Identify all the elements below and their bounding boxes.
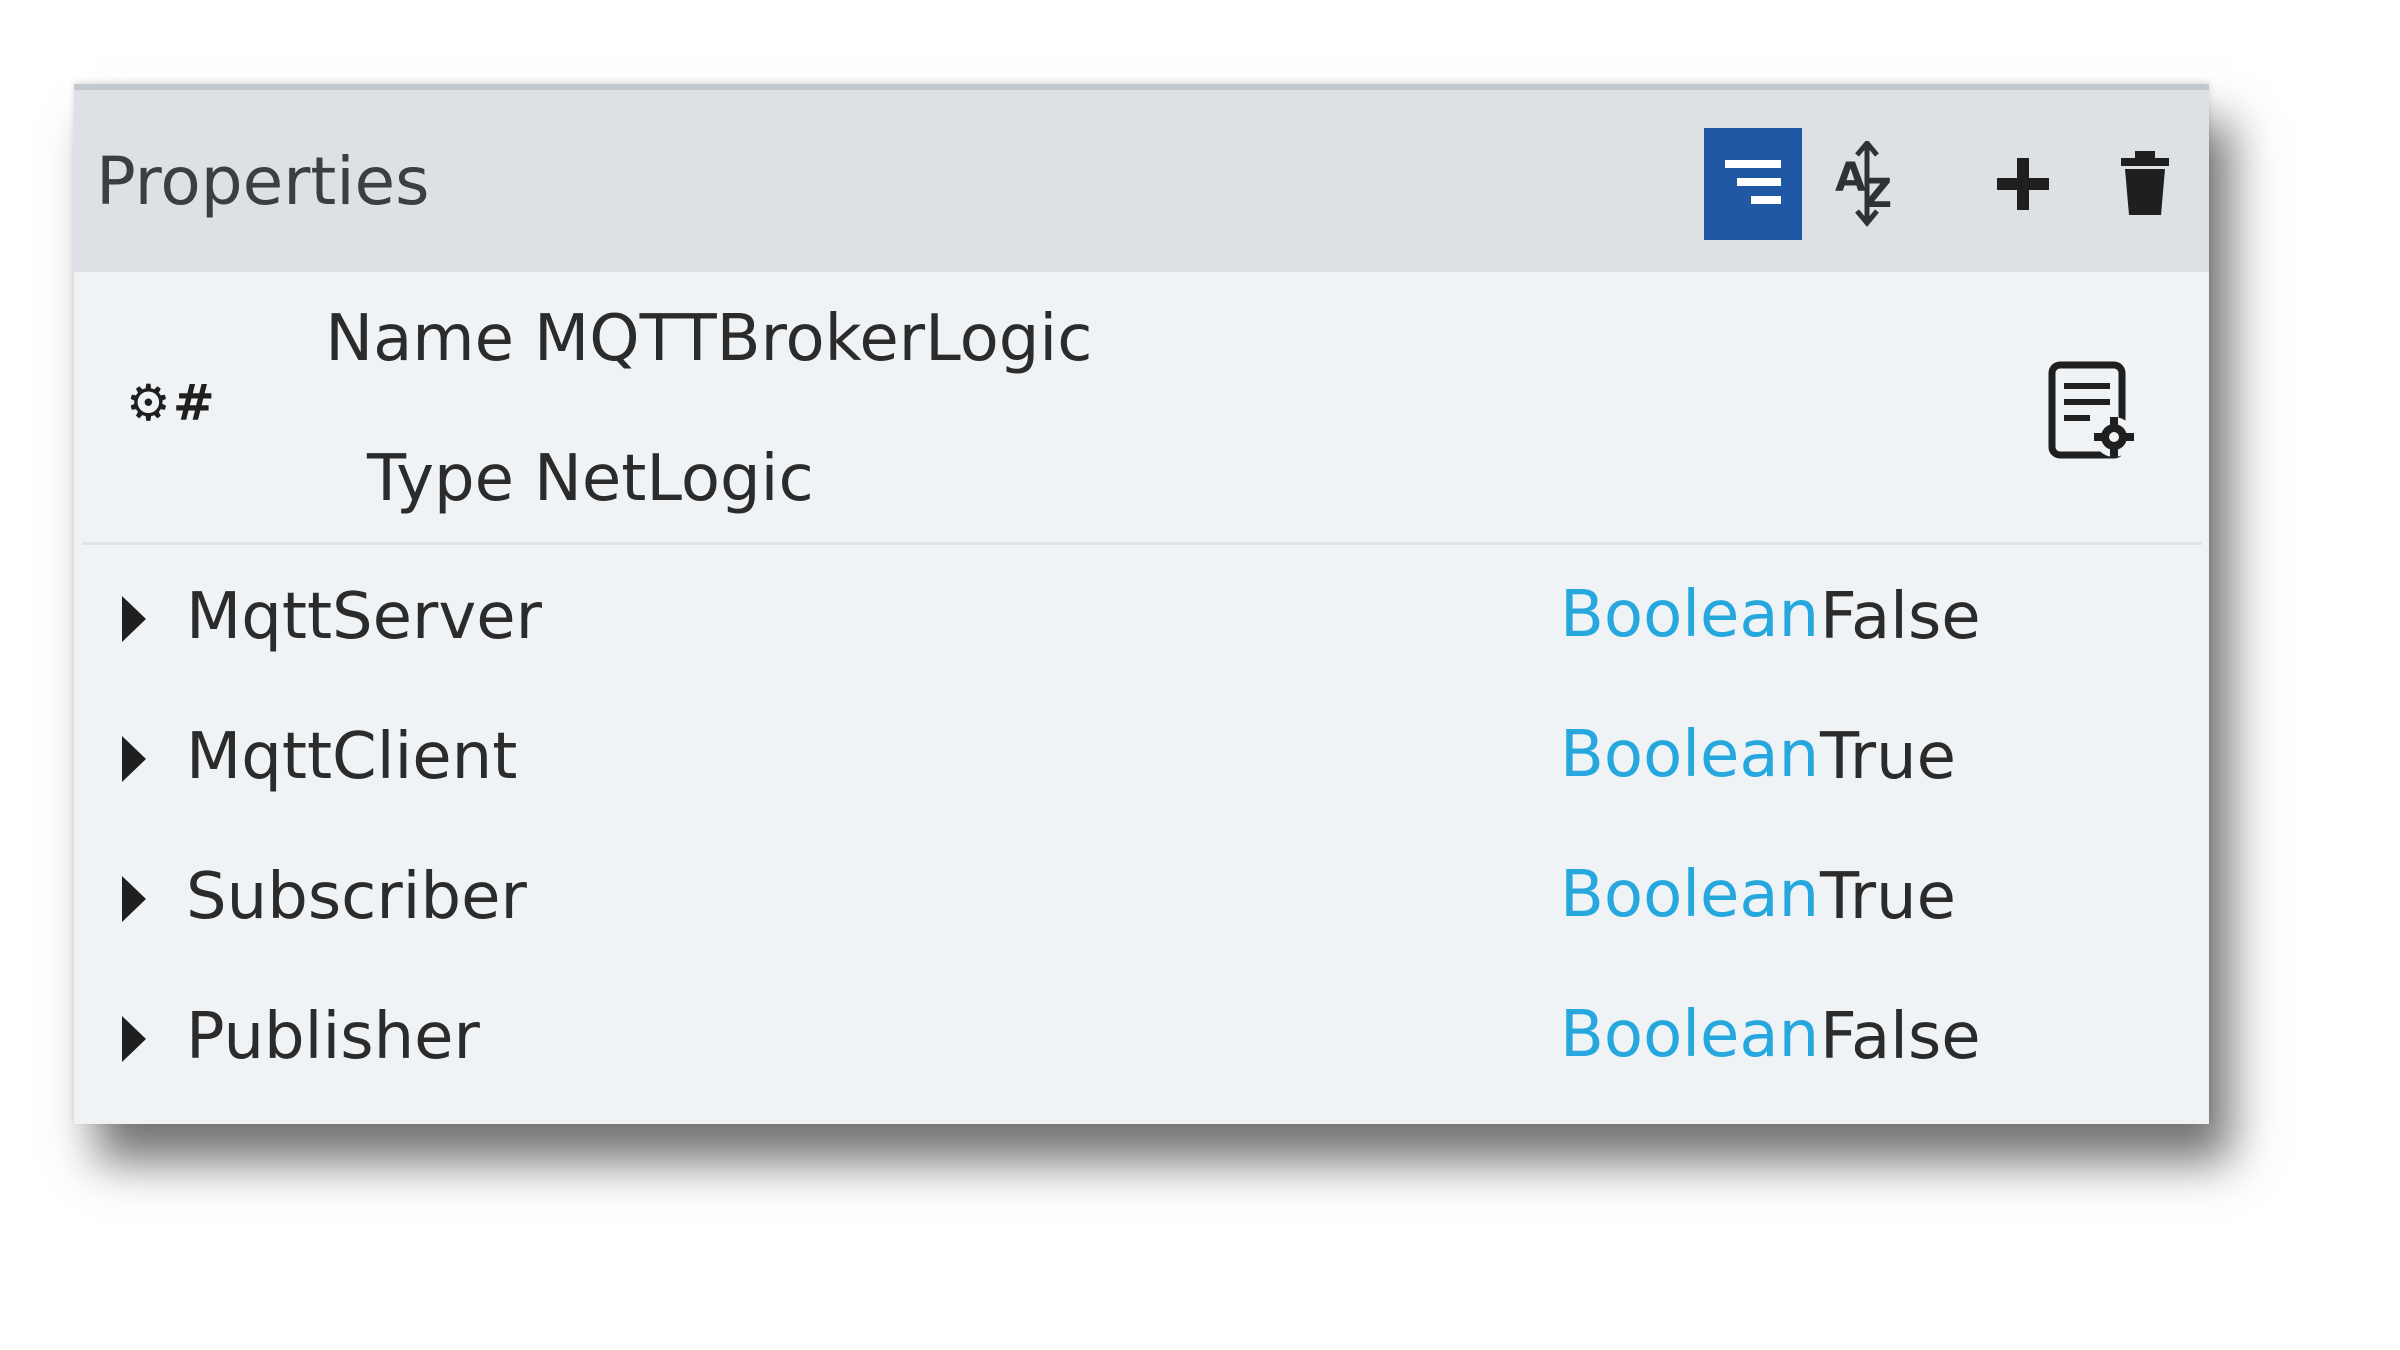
property-type: Boolean bbox=[1560, 578, 1820, 652]
property-name: Subscriber bbox=[186, 860, 527, 934]
property-value[interactable]: True bbox=[1820, 860, 1956, 934]
property-value[interactable]: True bbox=[1820, 720, 1956, 794]
document-gear-icon bbox=[2048, 361, 2134, 459]
name-value: MQTTBrokerLogic bbox=[534, 302, 1093, 376]
property-value[interactable]: False bbox=[1820, 580, 1981, 654]
property-row[interactable]: MqttServer Boolean False bbox=[74, 554, 2209, 684]
sort-az-button[interactable]: A Z bbox=[1820, 128, 1918, 240]
property-type: Boolean bbox=[1560, 718, 1820, 792]
chevron-right-icon[interactable] bbox=[114, 1012, 154, 1066]
plus-icon bbox=[1997, 158, 2049, 210]
property-value[interactable]: False bbox=[1820, 1000, 1981, 1074]
delete-button[interactable] bbox=[2096, 128, 2194, 240]
chevron-right-icon[interactable] bbox=[114, 872, 154, 926]
chevron-right-icon[interactable] bbox=[114, 732, 154, 786]
property-row[interactable]: MqttClient Boolean True bbox=[74, 694, 2209, 824]
property-row[interactable]: Subscriber Boolean True bbox=[74, 834, 2209, 964]
properties-panel: Properties A Z ⚙# Name MQTTBrokerLogic T… bbox=[74, 84, 2209, 1124]
add-button[interactable] bbox=[1974, 128, 2072, 240]
configure-button[interactable] bbox=[2046, 359, 2142, 469]
svg-text:A: A bbox=[1835, 155, 1866, 201]
panel-title: Properties bbox=[96, 143, 430, 220]
filter-lines-icon bbox=[1725, 160, 1781, 204]
sort-az-icon: A Z bbox=[1835, 141, 1892, 227]
property-name: Publisher bbox=[186, 1000, 480, 1074]
trash-icon bbox=[2121, 151, 2169, 215]
filter-button[interactable] bbox=[1704, 128, 1802, 240]
property-name: MqttClient bbox=[186, 720, 518, 794]
property-name: MqttServer bbox=[186, 580, 542, 654]
gear-hash-icon: ⚙# bbox=[126, 374, 217, 432]
type-label: Type bbox=[367, 442, 514, 516]
name-label: Name bbox=[325, 302, 514, 376]
type-value: NetLogic bbox=[534, 442, 814, 516]
property-type: Boolean bbox=[1560, 998, 1820, 1072]
property-row[interactable]: Publisher Boolean False bbox=[74, 974, 2209, 1104]
chevron-right-icon[interactable] bbox=[114, 592, 154, 646]
panel-header: Properties A Z bbox=[74, 84, 2209, 272]
header-divider bbox=[82, 542, 2202, 545]
property-type: Boolean bbox=[1560, 858, 1820, 932]
